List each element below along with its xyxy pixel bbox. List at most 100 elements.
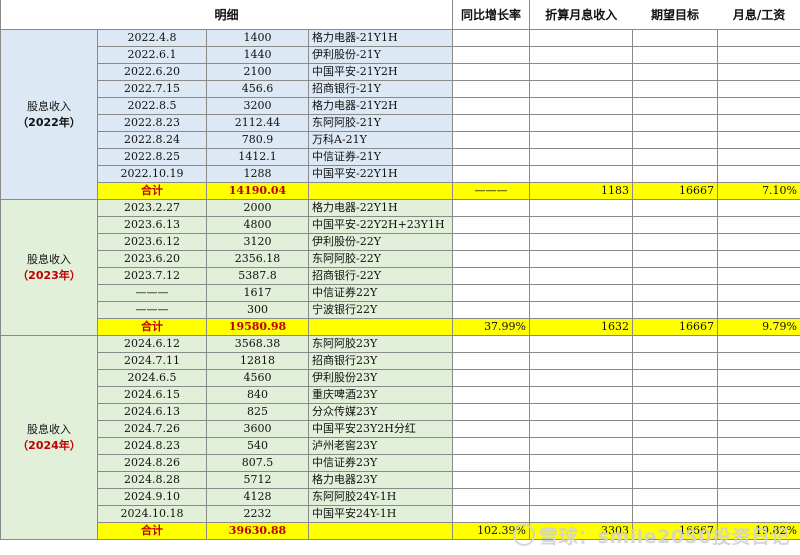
ratio-cell[interactable]	[717, 352, 800, 370]
stock-name-cell[interactable]: 万科A-21Y	[307, 131, 454, 149]
amount-cell[interactable]: 2112.44	[206, 114, 309, 132]
total-amount[interactable]: 19580.98	[206, 318, 309, 336]
amount-cell[interactable]: 840	[206, 386, 309, 404]
monthly-cell[interactable]	[529, 97, 634, 115]
date-cell[interactable]: 2023.6.12	[97, 233, 207, 251]
ratio-cell[interactable]	[717, 97, 800, 115]
header-ratio[interactable]: 月息/工资	[717, 0, 800, 30]
monthly-cell[interactable]	[529, 420, 634, 438]
monthly-cell[interactable]	[529, 352, 634, 370]
monthly-cell[interactable]	[529, 165, 634, 183]
amount-cell[interactable]: 4128	[206, 488, 309, 506]
yoy-cell[interactable]	[452, 284, 531, 302]
stock-name-cell[interactable]: 中国平安23Y2H分红	[307, 420, 454, 438]
ratio-cell[interactable]	[717, 420, 800, 438]
target-cell[interactable]	[632, 148, 719, 166]
date-cell[interactable]: 2022.8.23	[97, 114, 207, 132]
ratio-cell[interactable]	[717, 488, 800, 506]
stock-name-cell[interactable]: 中信证券22Y	[307, 284, 454, 302]
ratio-cell[interactable]	[717, 267, 800, 285]
date-cell[interactable]: ———	[97, 284, 207, 302]
ratio-cell[interactable]	[717, 131, 800, 149]
target-cell[interactable]	[632, 233, 719, 251]
amount-cell[interactable]: 1400	[206, 29, 309, 47]
yoy-cell[interactable]	[452, 403, 531, 421]
amount-cell[interactable]: 12818	[206, 352, 309, 370]
date-cell[interactable]: 2024.6.15	[97, 386, 207, 404]
stock-name-cell[interactable]: 东阿阿胶24Y-1H	[307, 488, 454, 506]
ratio-cell[interactable]	[717, 386, 800, 404]
yoy-cell[interactable]	[452, 301, 531, 319]
total-label[interactable]: 合计	[97, 182, 207, 200]
total-monthly[interactable]: 1183	[529, 182, 634, 200]
monthly-cell[interactable]	[529, 437, 634, 455]
total-yoy[interactable]: ———	[452, 182, 531, 200]
group-label-cell[interactable]: 股息收入 （2022年）	[0, 29, 98, 200]
date-cell[interactable]: 2022.10.19	[97, 165, 207, 183]
stock-name-cell[interactable]: 伊利股份-21Y	[307, 46, 454, 64]
yoy-cell[interactable]	[452, 165, 531, 183]
amount-cell[interactable]: 1617	[206, 284, 309, 302]
target-cell[interactable]	[632, 216, 719, 234]
header-detail[interactable]: 明细	[0, 0, 454, 30]
monthly-cell[interactable]	[529, 335, 634, 353]
header-target[interactable]: 期望目标	[632, 0, 718, 30]
target-cell[interactable]	[632, 420, 719, 438]
ratio-cell[interactable]	[717, 114, 800, 132]
ratio-cell[interactable]	[717, 80, 800, 98]
yoy-cell[interactable]	[452, 505, 531, 523]
monthly-cell[interactable]	[529, 46, 634, 64]
ratio-cell[interactable]	[717, 471, 800, 489]
target-cell[interactable]	[632, 267, 719, 285]
stock-name-cell[interactable]: 中国平安-21Y2H	[307, 63, 454, 81]
amount-cell[interactable]: 780.9	[206, 131, 309, 149]
stock-name-cell[interactable]: 招商银行-22Y	[307, 267, 454, 285]
stock-name-cell[interactable]: 格力电器-21Y2H	[307, 97, 454, 115]
target-cell[interactable]	[632, 437, 719, 455]
target-cell[interactable]	[632, 165, 719, 183]
stock-name-cell[interactable]: 中国平安-22Y2H+23Y1H	[307, 216, 454, 234]
amount-cell[interactable]: 807.5	[206, 454, 309, 472]
monthly-cell[interactable]	[529, 199, 634, 217]
group-label-cell[interactable]: 股息收入 （2023年）	[0, 199, 98, 336]
total-yoy[interactable]: 37.99%	[452, 318, 531, 336]
date-cell[interactable]: ———	[97, 301, 207, 319]
monthly-cell[interactable]	[529, 403, 634, 421]
ratio-cell[interactable]	[717, 216, 800, 234]
yoy-cell[interactable]	[452, 97, 531, 115]
yoy-cell[interactable]	[452, 420, 531, 438]
date-cell[interactable]: 2024.8.26	[97, 454, 207, 472]
amount-cell[interactable]: 540	[206, 437, 309, 455]
target-cell[interactable]	[632, 301, 719, 319]
date-cell[interactable]: 2024.6.13	[97, 403, 207, 421]
yoy-cell[interactable]	[452, 454, 531, 472]
target-cell[interactable]	[632, 250, 719, 268]
yoy-cell[interactable]	[452, 369, 531, 387]
ratio-cell[interactable]	[717, 199, 800, 217]
yoy-cell[interactable]	[452, 114, 531, 132]
amount-cell[interactable]: 3120	[206, 233, 309, 251]
date-cell[interactable]: 2023.2.27	[97, 199, 207, 217]
date-cell[interactable]: 2024.7.26	[97, 420, 207, 438]
monthly-cell[interactable]	[529, 250, 634, 268]
total-target[interactable]: 16667	[632, 318, 719, 336]
amount-cell[interactable]: 5387.8	[206, 267, 309, 285]
date-cell[interactable]: 2024.8.28	[97, 471, 207, 489]
stock-name-cell[interactable]: 中国平安-22Y1H	[307, 165, 454, 183]
header-monthly[interactable]: 折算月息收入	[529, 0, 633, 30]
date-cell[interactable]: 2022.6.20	[97, 63, 207, 81]
ratio-cell[interactable]	[717, 63, 800, 81]
yoy-cell[interactable]	[452, 63, 531, 81]
date-cell[interactable]: 2023.6.20	[97, 250, 207, 268]
monthly-cell[interactable]	[529, 80, 634, 98]
target-cell[interactable]	[632, 505, 719, 523]
stock-name-cell[interactable]: 伊利股份23Y	[307, 369, 454, 387]
stock-name-cell[interactable]: 重庆啤酒23Y	[307, 386, 454, 404]
yoy-cell[interactable]	[452, 216, 531, 234]
monthly-cell[interactable]	[529, 63, 634, 81]
header-yoy[interactable]: 同比增长率	[452, 0, 531, 30]
stock-name-cell[interactable]: 东阿阿胶23Y	[307, 335, 454, 353]
yoy-cell[interactable]	[452, 131, 531, 149]
ratio-cell[interactable]	[717, 403, 800, 421]
yoy-cell[interactable]	[452, 46, 531, 64]
